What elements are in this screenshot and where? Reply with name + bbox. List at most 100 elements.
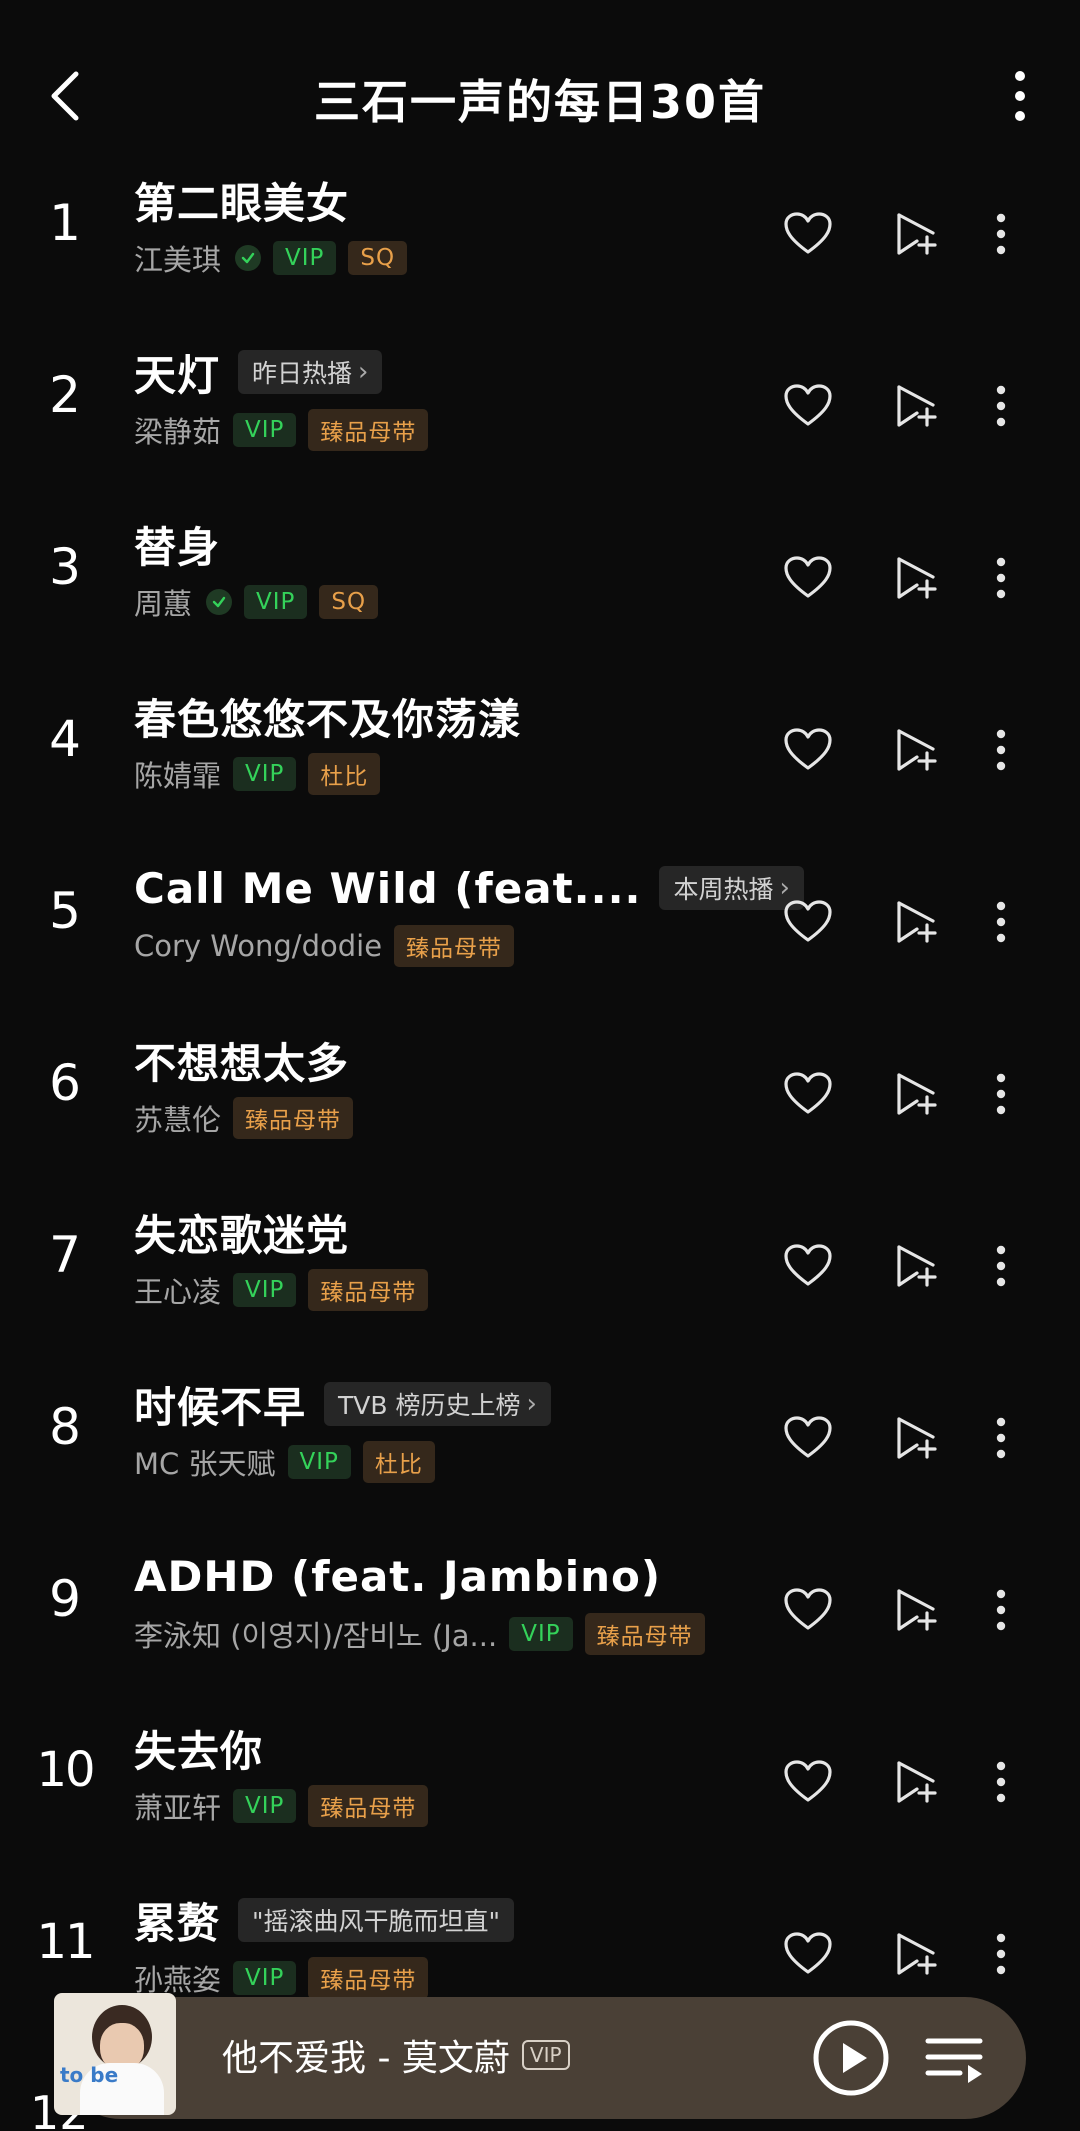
- verified-badge: [235, 245, 262, 271]
- add-to-queue-icon: [897, 385, 937, 427]
- add-to-queue-button[interactable]: [882, 1398, 950, 1478]
- song-more-button[interactable]: [970, 882, 1032, 962]
- quality-tag: 臻品母带: [308, 1957, 429, 1999]
- song-artist[interactable]: 苏慧伦: [134, 1097, 221, 1139]
- add-to-queue-button[interactable]: [882, 1914, 950, 1994]
- like-button[interactable]: [774, 1398, 842, 1478]
- song-more-button[interactable]: [970, 1742, 1032, 1822]
- song-row[interactable]: 1 第二眼美女 江美琪 VIP SQ: [0, 150, 1080, 322]
- add-to-queue-button[interactable]: [882, 1054, 950, 1134]
- add-to-queue-icon: [897, 557, 937, 599]
- song-row[interactable]: 10 失去你 萧亚轩 VIP 臻品母带: [0, 1698, 1080, 1870]
- header: 三石一声的每日30首: [0, 40, 1080, 150]
- song-title[interactable]: ADHD (feat. Jambino): [134, 1552, 661, 1601]
- song-title[interactable]: 失恋歌迷党: [134, 1202, 349, 1263]
- song-actions: [774, 1226, 1032, 1306]
- song-more-button[interactable]: [970, 1914, 1032, 1994]
- song-title[interactable]: 不想想太多: [134, 1030, 349, 1091]
- song-title[interactable]: 失去你: [134, 1718, 263, 1779]
- add-to-queue-button[interactable]: [882, 710, 950, 790]
- chevron-right-icon: ›: [526, 1389, 537, 1419]
- song-chip[interactable]: 昨日热播 ›: [238, 350, 383, 394]
- quality-tag: SQ: [348, 241, 408, 275]
- song-title[interactable]: 春色悠悠不及你荡漾: [134, 686, 521, 747]
- add-to-queue-button[interactable]: [882, 538, 950, 618]
- like-button[interactable]: [774, 1226, 842, 1306]
- song-artist[interactable]: 陈婧霏: [134, 753, 221, 795]
- song-artist[interactable]: Cory Wong/dodie: [134, 929, 382, 963]
- song-row[interactable]: 8 时候不早 TVB 榜历史上榜 › MC 张天赋 VIP 杜比: [0, 1354, 1080, 1526]
- heart-icon: [784, 556, 832, 598]
- quality-tag: 杜比: [362, 1441, 435, 1483]
- song-more-button[interactable]: [970, 366, 1032, 446]
- like-button[interactable]: [774, 1570, 842, 1650]
- vip-tag: VIP: [233, 1961, 297, 1995]
- song-actions: [774, 1914, 1032, 1994]
- song-meta: Cory Wong/dodie 臻品母带: [134, 924, 780, 968]
- song-chip-label: 昨日热播: [252, 359, 353, 388]
- song-title[interactable]: 累赘: [134, 1890, 220, 1951]
- song-title[interactable]: 天灯: [134, 342, 220, 403]
- album-cover[interactable]: to be: [54, 1993, 176, 2115]
- like-button[interactable]: [774, 194, 842, 274]
- like-button[interactable]: [774, 366, 842, 446]
- song-more-button[interactable]: [970, 1054, 1032, 1134]
- song-row[interactable]: 9 ADHD (feat. Jambino) 李泳知 (이영지)/잠비노 (Ja…: [0, 1526, 1080, 1698]
- song-actions: [774, 882, 1032, 962]
- vip-tag: VIP: [509, 1617, 573, 1651]
- verified-check-icon: [241, 252, 255, 264]
- song-more-button[interactable]: [970, 710, 1032, 790]
- song-row[interactable]: 4 春色悠悠不及你荡漾 陈婧霏 VIP 杜比: [0, 666, 1080, 838]
- song-artist[interactable]: 王心凌: [134, 1269, 221, 1311]
- song-chip[interactable]: TVB 榜历史上榜 ›: [324, 1382, 551, 1426]
- vip-tag: VIP: [287, 1445, 351, 1479]
- song-row[interactable]: 6 不想想太多 苏慧伦 臻品母带: [0, 1010, 1080, 1182]
- song-title[interactable]: 时候不早: [134, 1374, 306, 1435]
- song-more-button[interactable]: [970, 1570, 1032, 1650]
- song-title-line: 天灯 昨日热播 ›: [134, 342, 770, 402]
- heart-icon: [784, 1588, 832, 1630]
- song-title-line: 春色悠悠不及你荡漾: [134, 686, 770, 746]
- song-row[interactable]: 7 失恋歌迷党 王心凌 VIP 臻品母带: [0, 1182, 1080, 1354]
- like-button[interactable]: [774, 1054, 842, 1134]
- like-button[interactable]: [774, 538, 842, 618]
- song-artist[interactable]: 李泳知 (이영지)/잠비노 (Ja...: [134, 1613, 497, 1655]
- verified-check-icon: [212, 596, 226, 608]
- song-artist[interactable]: 梁静茹: [134, 409, 221, 451]
- song-row[interactable]: 3 替身 周蕙 VIP SQ: [0, 494, 1080, 666]
- song-title[interactable]: Call Me Wild (feat....: [134, 864, 641, 913]
- song-title[interactable]: 第二眼美女: [134, 170, 349, 231]
- song-more-button[interactable]: [970, 1398, 1032, 1478]
- like-button[interactable]: [774, 1742, 842, 1822]
- playlist-button[interactable]: [922, 2027, 986, 2091]
- song-chip[interactable]: "摇滚曲风干脆而坦直": [238, 1898, 515, 1942]
- add-to-queue-button[interactable]: [882, 882, 950, 962]
- mini-player[interactable]: to be 他不爱我 - 莫文蔚 VIP: [54, 1993, 1026, 2119]
- header-more-button[interactable]: [1000, 64, 1040, 128]
- song-artist[interactable]: 江美琪: [134, 237, 221, 279]
- now-playing-info[interactable]: 他不爱我 - 莫文蔚 VIP: [222, 2029, 570, 2081]
- song-artist[interactable]: MC 张天赋: [134, 1441, 276, 1483]
- song-more-button[interactable]: [970, 538, 1032, 618]
- song-title[interactable]: 替身: [134, 514, 220, 575]
- song-artist[interactable]: 萧亚轩: [134, 1785, 221, 1827]
- add-to-queue-button[interactable]: [882, 194, 950, 274]
- song-actions: [774, 1398, 1032, 1478]
- song-row[interactable]: 2 天灯 昨日热播 › 梁静茹 VIP 臻品母带: [0, 322, 1080, 494]
- more-vertical-icon: [996, 1245, 1006, 1287]
- like-button[interactable]: [774, 882, 842, 962]
- song-more-button[interactable]: [970, 194, 1032, 274]
- song-more-button[interactable]: [970, 1226, 1032, 1306]
- song-row[interactable]: 5 Call Me Wild (feat.... 本周热播 › Cory Wong/…: [0, 838, 1080, 1010]
- like-button[interactable]: [774, 1914, 842, 1994]
- like-button[interactable]: [774, 710, 842, 790]
- add-to-queue-button[interactable]: [882, 1742, 950, 1822]
- add-to-queue-icon: [897, 1933, 937, 1975]
- song-artist[interactable]: 周蕙: [134, 581, 192, 623]
- add-to-queue-icon: [897, 1589, 937, 1631]
- play-button[interactable]: [812, 2019, 890, 2097]
- song-chip-label: "摇滚曲风干脆而坦直": [252, 1907, 501, 1936]
- add-to-queue-button[interactable]: [882, 1570, 950, 1650]
- add-to-queue-button[interactable]: [882, 1226, 950, 1306]
- add-to-queue-button[interactable]: [882, 366, 950, 446]
